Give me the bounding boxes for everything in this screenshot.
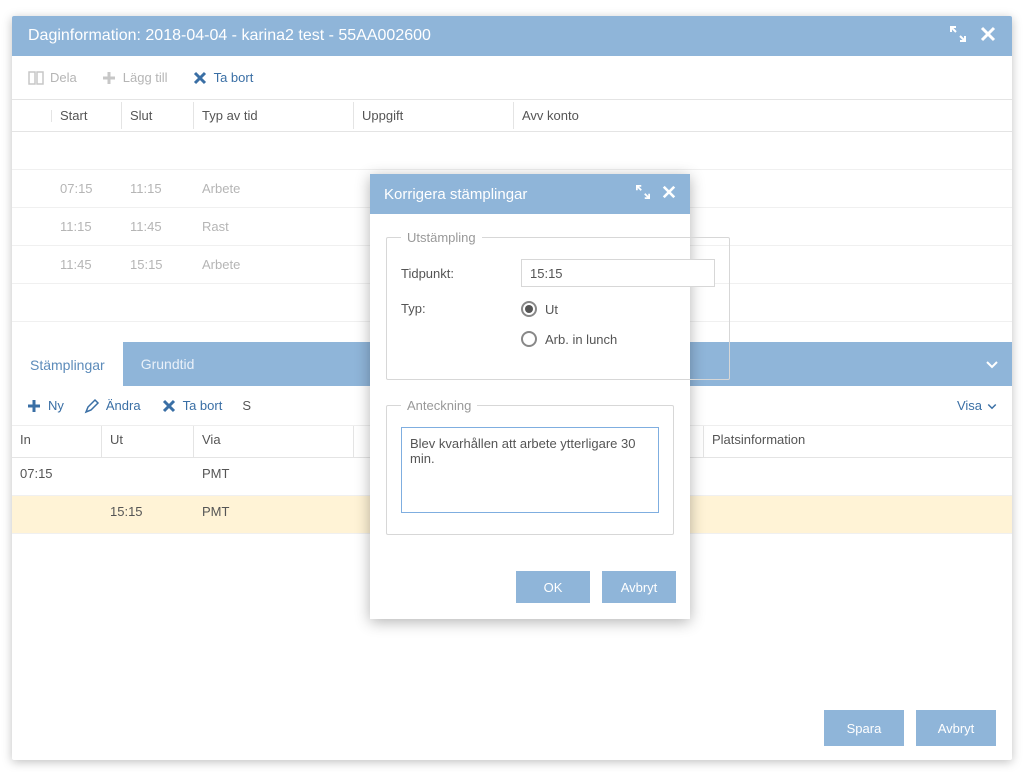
- ta-bort-2-label: Ta bort: [183, 398, 223, 413]
- col-start: Start: [52, 102, 122, 129]
- anteckning-legend: Anteckning: [401, 398, 477, 413]
- col-via: Via: [194, 426, 354, 457]
- korrigera-modal: Korrigera stämplingar Utstämpling Tidpun…: [370, 174, 690, 619]
- close-icon[interactable]: [980, 26, 996, 47]
- modal-close-icon[interactable]: [662, 185, 676, 203]
- daginformation-window: Daginformation: 2018-04-04 - karina2 tes…: [12, 16, 1012, 760]
- tidpunkt-label: Tidpunkt:: [401, 266, 521, 281]
- spara-button[interactable]: Spara: [824, 710, 904, 746]
- col-uppgift: Uppgift: [354, 102, 514, 129]
- modal-expand-icon[interactable]: [636, 185, 650, 203]
- s-button[interactable]: S: [242, 398, 251, 413]
- col-avv: Avv konto: [514, 102, 1012, 129]
- schedule-header-row: Start Slut Typ av tid Uppgift Avv konto: [12, 100, 1012, 132]
- window-title: Daginformation: 2018-04-04 - karina2 tes…: [28, 27, 431, 45]
- window-titlebar: Daginformation: 2018-04-04 - karina2 tes…: [12, 16, 1012, 56]
- dela-label: Dela: [50, 70, 77, 85]
- modal-title-text: Korrigera stämplingar: [384, 186, 527, 203]
- andra-button[interactable]: Ändra: [84, 398, 141, 414]
- anteckning-textarea[interactable]: [401, 427, 659, 513]
- modal-titlebar: Korrigera stämplingar: [370, 174, 690, 214]
- col-in: In: [12, 426, 102, 457]
- ta-bort-label: Ta bort: [214, 70, 254, 85]
- visa-dropdown[interactable]: Visa: [957, 398, 998, 413]
- typ-label: Typ:: [401, 301, 521, 316]
- lagg-till-button[interactable]: Lägg till: [101, 70, 168, 86]
- lagg-till-label: Lägg till: [123, 70, 168, 85]
- radio-arb-in-lunch[interactable]: Arb. in lunch: [521, 331, 617, 347]
- utstampling-fieldset: Utstämpling Tidpunkt: Typ: Ut Arb.: [386, 230, 730, 380]
- chevron-down-icon[interactable]: [972, 342, 1012, 386]
- modal-avbryt-button[interactable]: Avbryt: [602, 571, 676, 603]
- tidpunkt-input[interactable]: [521, 259, 715, 287]
- window-footer: Spara Avbryt: [824, 710, 996, 746]
- andra-label: Ändra: [106, 398, 141, 413]
- utstampling-legend: Utstämpling: [401, 230, 482, 245]
- visa-label: Visa: [957, 398, 982, 413]
- top-toolbar: Dela Lägg till Ta bort: [12, 56, 1012, 100]
- modal-footer: OK Avbryt: [370, 561, 690, 619]
- radio-icon: [521, 301, 537, 317]
- tab-stamplingar[interactable]: Stämplingar: [12, 342, 123, 386]
- ta-bort-2-button[interactable]: Ta bort: [161, 398, 223, 414]
- s-label: S: [242, 398, 251, 413]
- radio-ut-label: Ut: [545, 302, 558, 317]
- col-slut: Slut: [122, 102, 194, 129]
- avbryt-button[interactable]: Avbryt: [916, 710, 996, 746]
- dela-button[interactable]: Dela: [28, 70, 77, 86]
- table-row[interactable]: [12, 132, 1012, 170]
- ny-label: Ny: [48, 398, 64, 413]
- col-ut: Ut: [102, 426, 194, 457]
- radio-icon: [521, 331, 537, 347]
- ta-bort-button[interactable]: Ta bort: [192, 70, 254, 86]
- expand-icon[interactable]: [950, 26, 966, 47]
- ny-button[interactable]: Ny: [26, 398, 64, 414]
- col-plats: Platsinformation: [704, 426, 1012, 457]
- radio-ut[interactable]: Ut: [521, 301, 617, 317]
- radio-arb-label: Arb. in lunch: [545, 332, 617, 347]
- anteckning-fieldset: Anteckning: [386, 398, 674, 535]
- col-typ: Typ av tid: [194, 102, 354, 129]
- tab-grundtid[interactable]: Grundtid: [123, 342, 213, 386]
- modal-ok-button[interactable]: OK: [516, 571, 590, 603]
